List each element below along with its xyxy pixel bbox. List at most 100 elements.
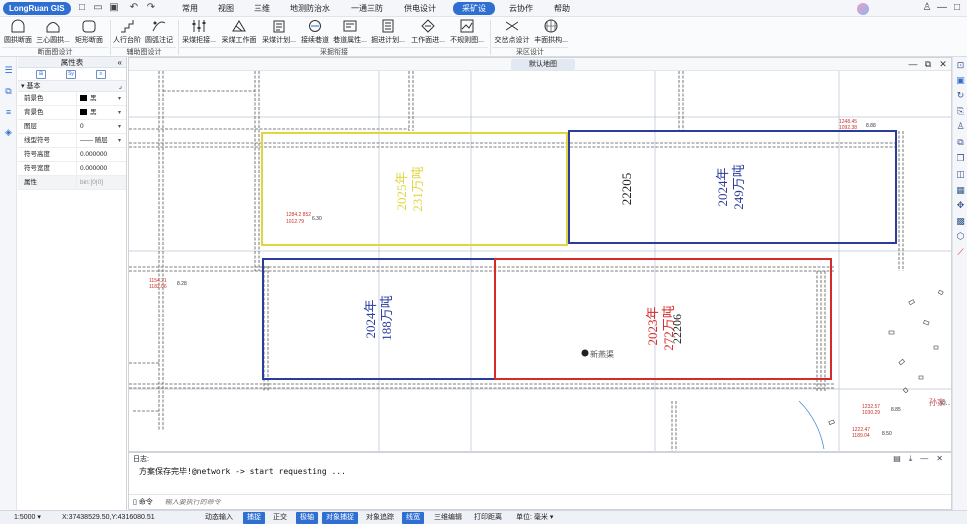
skin-icon[interactable]: ♙ (922, 3, 932, 13)
log-panel: 日志: ▤ ⤓ — ✕ 方案保存完毕!@network -> start reques… (128, 452, 952, 510)
sort-icon[interactable]: ⌟ (119, 81, 122, 92)
menu-icon[interactable]: ≡ (3, 107, 14, 118)
minimize-icon[interactable]: — (937, 3, 947, 13)
chevron-down-icon: ▾ (117, 110, 121, 116)
toggle-ortho[interactable]: 正交 (269, 512, 291, 524)
app-logo[interactable]: LongRuan GIS (3, 2, 71, 15)
zoom-extent-icon[interactable]: ⊡ (955, 60, 966, 71)
command-input[interactable] (164, 499, 465, 506)
toggle-dynamic-input[interactable]: 动态输入 (201, 512, 237, 524)
prop-row-symbol-width[interactable]: 符号宽度 0.000000 (18, 162, 126, 176)
toggle-object-snap[interactable]: 对象捕捉 (322, 512, 358, 524)
open-folder-icon[interactable]: ▭ (93, 3, 103, 13)
map-view[interactable]: 默认地图 — ⧉ ✕ 2025年 231万吨 22205 2024年 249万吨… (128, 57, 952, 452)
group-section-design: 断面图设计 (2, 47, 108, 57)
working-face-button[interactable]: 采煤工作面 (220, 19, 258, 47)
arc-note-icon (152, 21, 166, 32)
copy-icon[interactable]: ⎘ (955, 106, 966, 117)
collapse-panel-button[interactable]: « (118, 57, 122, 68)
chevron-down-icon: ▾ (117, 96, 121, 102)
user-icon[interactable]: ♙ (955, 121, 966, 132)
mining-plan-button[interactable]: 采煤计划... (260, 19, 298, 47)
restore-view-icon[interactable]: ⧉ (923, 59, 933, 69)
move-icon[interactable]: ✥ (955, 200, 966, 211)
walkway-step-button[interactable]: 人行台阶 (113, 19, 141, 47)
minimize-log-icon[interactable]: — (920, 454, 928, 463)
irregular-figure-button[interactable]: 不规则图... (448, 19, 486, 47)
arc-note-button[interactable]: 圆弧注记 (144, 19, 174, 47)
menu-3d[interactable]: 三维 (252, 0, 272, 17)
driving-plan-button[interactable]: 掘进计划... (370, 19, 406, 47)
mine-drawing[interactable]: 2025年 231万吨 22205 2024年 249万吨 2024年 188万… (129, 71, 951, 451)
arch-section-button[interactable]: 圆拱断面 (3, 19, 33, 47)
irregular-chart-icon (460, 19, 474, 33)
grid-lines (129, 71, 951, 451)
toggle-print-distance[interactable]: 打印距离 (470, 512, 506, 524)
list-icon[interactable]: ☰ (3, 65, 14, 76)
prop-row-attribute[interactable]: 属性 bin:[0|0] (18, 176, 126, 190)
menu-cloud[interactable]: 云协作 (508, 0, 534, 17)
zoom-window-icon[interactable]: ▣ (955, 75, 966, 86)
section-basic[interactable]: ▾ 基本 ⌟ (18, 81, 126, 92)
toggle-3d-edit[interactable]: 三维编辑 (430, 512, 466, 524)
menu-common[interactable]: 常用 (180, 0, 200, 17)
crossing-design-button[interactable]: 交岔点设计 (493, 19, 531, 47)
unit-select[interactable]: 单位: 毫米 ▾ (512, 512, 557, 524)
prop-row-background[interactable]: 背景色黑 ▾ (18, 106, 126, 120)
clear-log-icon[interactable]: ▤ (893, 454, 901, 463)
menu-help[interactable]: 帮助 (552, 0, 572, 17)
minimize-view-icon[interactable]: — (908, 59, 918, 69)
group-mining-link: 采掘衔接 (180, 47, 488, 57)
svg-text:8.50: 8.50 (882, 431, 892, 437)
maximize-icon[interactable]: □ (952, 3, 962, 13)
close-log-icon[interactable]: ✕ (936, 454, 943, 463)
save-icon[interactable]: ▣ (109, 3, 119, 13)
toggle-line-width[interactable]: 线宽 (402, 512, 424, 524)
mining-link-button[interactable]: 采煤拒接... (181, 19, 217, 47)
menu-power-design[interactable]: 供电设计 (403, 0, 437, 17)
face-progress-button[interactable]: 工作面进... (410, 19, 446, 47)
grid-icon[interactable]: ▩ (955, 216, 966, 227)
undo-icon[interactable]: ↶ (129, 3, 139, 13)
menu-view[interactable]: 视图 (216, 0, 236, 17)
properties-header: 属性表 « (18, 57, 126, 68)
table-icon[interactable]: ▦ (955, 185, 966, 196)
prop-row-symbol-height[interactable]: 符号高度 0.000000 (18, 148, 126, 162)
layer-icon[interactable]: ◫ (955, 169, 966, 180)
scale-select[interactable]: 1:5000 ▾ (10, 512, 45, 524)
svg-text:8.88: 8.88 (866, 123, 876, 129)
tag-icon[interactable]: ◈ (3, 127, 14, 138)
svg-text:1092.38: 1092.38 (839, 125, 857, 131)
face-arch-button[interactable]: 丰面拱构... (533, 19, 569, 47)
user-avatar[interactable] (857, 3, 869, 15)
refresh-icon[interactable]: ↻ (955, 90, 966, 101)
tab-grid-icon[interactable]: ⊞ (36, 70, 46, 79)
prop-row-layer[interactable]: 图层 0 ▾ (18, 120, 126, 134)
tab-symbol-icon[interactable]: Sy (66, 70, 76, 79)
stack-icon[interactable]: ⧉ (955, 137, 966, 148)
toggle-polar[interactable]: 极轴 (296, 512, 318, 524)
layers-icon[interactable]: ⧉ (3, 86, 14, 97)
connect-roadway-button[interactable]: 接续巷道 (300, 19, 330, 47)
menu-bar: LongRuan GIS □ ▭ ▣ ↶ ↷ 常用 视图 三维 地测防治水 一通… (0, 0, 967, 26)
measure-icon[interactable]: ⟋ (955, 247, 966, 258)
rect-section-button[interactable]: 矩形断面 (74, 19, 104, 47)
tab-list-icon[interactable]: ≡ (96, 70, 106, 79)
menu-ventilation[interactable]: 一通三防 (350, 0, 384, 17)
prop-row-foreground[interactable]: 前景色黑 ▾ (18, 92, 126, 106)
menu-survey-water[interactable]: 地测防治水 (289, 0, 331, 17)
roadway-attribute-button[interactable]: 巷道属性... (332, 19, 368, 47)
menu-mining-design[interactable]: 采矿设计 (453, 2, 495, 26)
prop-row-linetype[interactable]: 线型符号 —— 随层 ▾ (18, 134, 126, 148)
download-icon[interactable]: ⤓ (909, 454, 913, 463)
properties-tabs: ⊞ Sy ≡ (18, 68, 126, 81)
close-view-icon[interactable]: ✕ (938, 59, 948, 69)
toggle-object-track[interactable]: 对象追踪 (362, 512, 398, 524)
cube-icon[interactable]: ⬡ (955, 231, 966, 242)
redo-icon[interactable]: ↷ (146, 3, 156, 13)
tab-default-map[interactable]: 默认地图 (511, 59, 575, 70)
three-center-arch-button[interactable]: 三心圆拱... (35, 19, 71, 47)
toggle-snap[interactable]: 捕捉 (243, 512, 265, 524)
new-file-icon[interactable]: □ (77, 3, 87, 13)
pages-icon[interactable]: ❐ (955, 153, 966, 164)
